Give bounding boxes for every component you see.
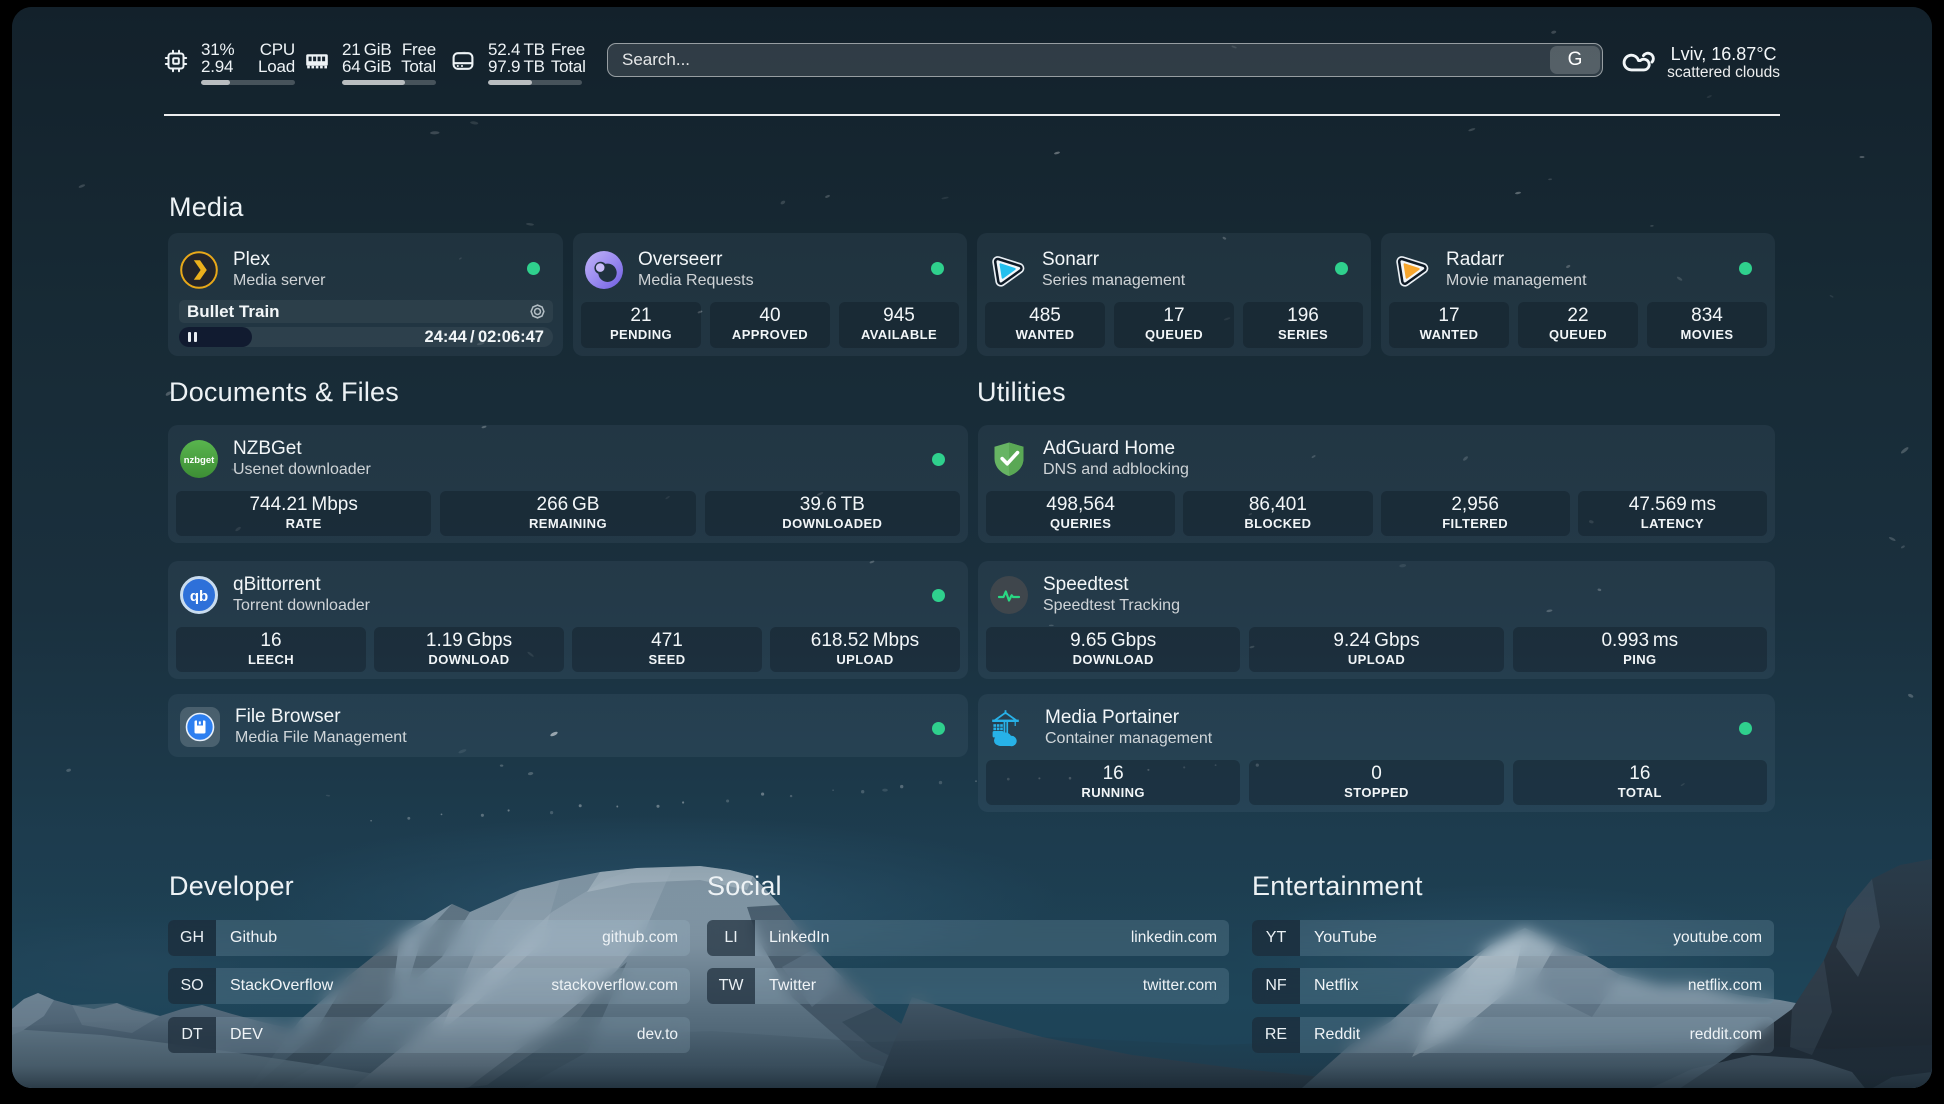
svg-text:qb: qb [190, 588, 208, 605]
svg-text:nzbget: nzbget [184, 455, 215, 466]
